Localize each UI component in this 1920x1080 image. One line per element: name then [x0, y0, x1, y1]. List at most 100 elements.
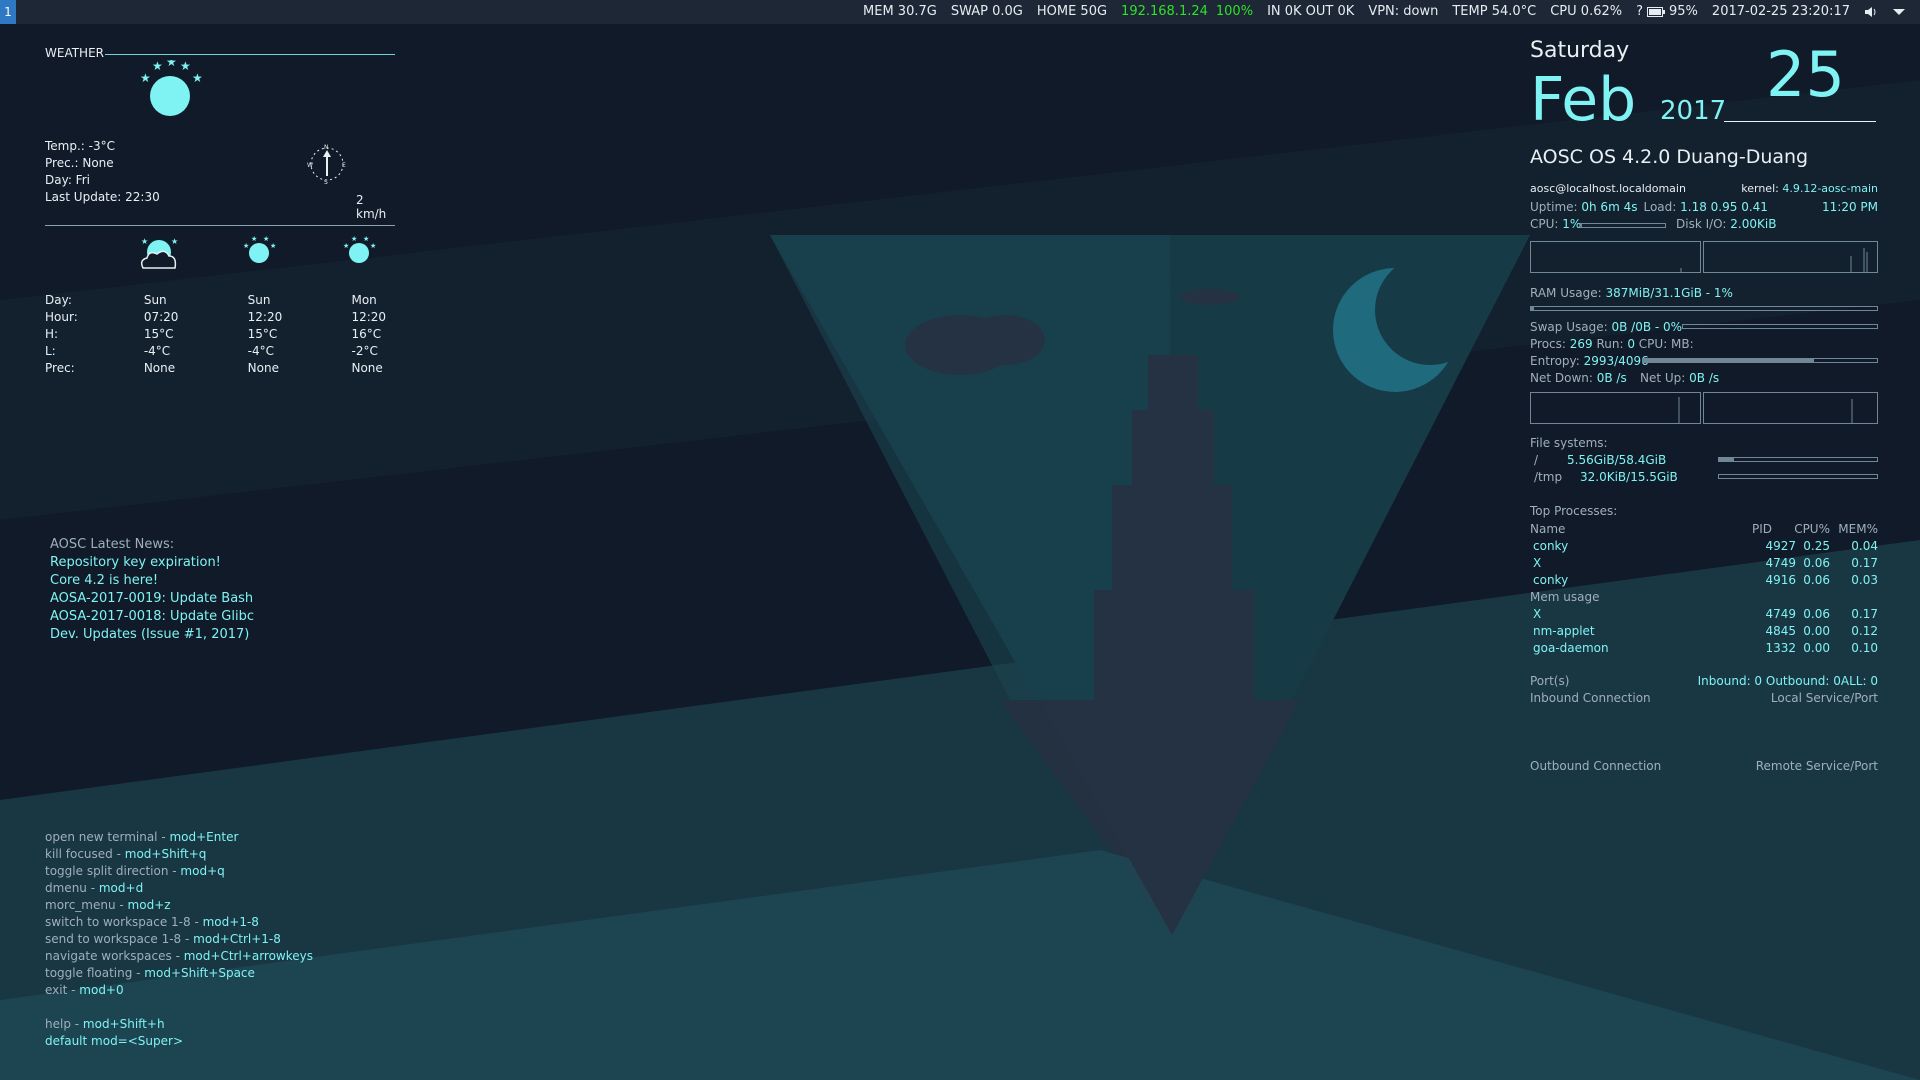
- forecast-table: Day: Sun Sun Mon Hour: 07:20 12:20 12:20…: [45, 292, 395, 377]
- news-item[interactable]: Repository key expiration!: [50, 554, 370, 572]
- netdown-label: Net Down:: [1530, 371, 1597, 385]
- workspace-button[interactable]: 1: [0, 0, 16, 24]
- compass-s: S: [324, 179, 328, 184]
- weather-title-divider: [105, 54, 395, 55]
- mem-status: MEM 30.7G: [863, 4, 937, 19]
- proc-name: conky: [1533, 573, 1569, 587]
- netdown-graph: [1530, 392, 1701, 424]
- clock-weekday: Saturday: [1530, 38, 1630, 63]
- battery-status[interactable]: ? 95%: [1636, 0, 1698, 24]
- swap-value: 0B /0B - 0%: [1611, 320, 1683, 334]
- moon-stars-icon: ★ ★ ★ ★: [243, 236, 276, 263]
- ip-status: 192.168.1.24: [1121, 4, 1208, 19]
- fs-mount: /: [1534, 453, 1539, 467]
- news-item[interactable]: Core 4.2 is here!: [50, 572, 370, 590]
- compass-n: N: [324, 144, 329, 151]
- forecast-cell: 15°C: [143, 327, 174, 341]
- wifi-status: 100%: [1215, 4, 1254, 19]
- forecast-cell: Sun: [247, 293, 271, 307]
- top-status-bar: 1 MEM 30.7G SWAP 0.0G HOME 50G 192.168.1…: [0, 0, 1920, 24]
- kernel-value: 4.9.12-aosc-main: [1782, 182, 1878, 195]
- netup-line: Net Up: 0B /s: [1640, 371, 1719, 385]
- ram-progress: [1530, 306, 1878, 311]
- forecast-cell: -4°C: [143, 344, 171, 358]
- clock-divider: [1724, 121, 1876, 122]
- shortcuts-widget: open new terminal - mod+Enter kill focus…: [45, 829, 405, 1050]
- proc-name: X: [1533, 607, 1542, 621]
- chevron-down-icon[interactable]: [1892, 0, 1906, 24]
- svg-text:★: ★: [171, 237, 178, 246]
- forecast-cell: -4°C: [247, 344, 274, 358]
- shortcut-key: mod+Ctrl+arrowkeys: [183, 949, 314, 963]
- compass-e: E: [342, 162, 346, 169]
- ram-progress-fill: [1531, 307, 1535, 310]
- proc-pid: 4749: [1765, 607, 1796, 621]
- shortcut-label: toggle floating -: [45, 966, 145, 980]
- forecast-cell: 07:20: [143, 310, 179, 324]
- cpu-value: 1%: [1562, 217, 1582, 231]
- svg-text:★: ★: [140, 71, 151, 85]
- forecast-label: Hour:: [45, 310, 78, 324]
- proc-cpu: 0.25: [1803, 539, 1830, 553]
- fs-usage: 32.0KiB/15.5GiB: [1580, 470, 1678, 484]
- disk-value: 2.00KiB: [1730, 217, 1777, 231]
- proc-pid: 4749: [1765, 556, 1796, 570]
- clock-widget: Saturday Feb 2017 25: [1530, 36, 1878, 135]
- entropy-value: 2993/4096: [1583, 354, 1649, 368]
- top-header-row: Name PID CPU% MEM%: [1530, 521, 1878, 538]
- cpu-graph: [1530, 241, 1701, 273]
- forecast-cell: -2°C: [351, 344, 378, 358]
- disk-line: Disk I/O: 2.00KiB: [1676, 217, 1776, 231]
- news-item[interactable]: Dev. Updates (Issue #1, 2017): [50, 626, 370, 644]
- mem-title: Mem usage: [1530, 589, 1878, 606]
- svg-text:★: ★: [166, 60, 177, 69]
- shortcut-label: send to workspace 1-8 -: [45, 932, 194, 946]
- weather-title: WEATHER: [45, 46, 104, 60]
- wind-compass-icon: N S E W: [307, 144, 346, 184]
- svg-text:★: ★: [152, 60, 163, 73]
- ram-label: RAM Usage:: [1530, 286, 1606, 300]
- netdown-line: Net Down: 0B /s: [1530, 371, 1627, 385]
- os-name: AOSC OS 4.2.0 Duang-Duang: [1530, 146, 1809, 168]
- shortcut-row: switch to workspace 1-8 - mod+1-8: [45, 914, 405, 931]
- news-item[interactable]: AOSA-2017-0019: Update Bash: [50, 590, 370, 608]
- proc-mem: 0.12: [1851, 624, 1878, 638]
- procs-line: Procs: 269 Run: 0 CPU: MB:: [1530, 337, 1694, 351]
- speaker-icon[interactable]: [1864, 0, 1878, 24]
- entropy-progress-fill: [1643, 359, 1814, 362]
- swap-progress: [1682, 324, 1878, 329]
- kernel-label: kernel:: [1741, 182, 1783, 195]
- forecast-cell: 12:20: [247, 310, 283, 324]
- proc-cpu: 0.06: [1803, 607, 1830, 621]
- ports-label: Port(s): [1530, 674, 1570, 688]
- forecast-label: H:: [45, 327, 59, 341]
- home-status: HOME 50G: [1036, 4, 1108, 19]
- entropy-progress: [1642, 358, 1878, 363]
- shortcut-row: toggle floating - mod+Shift+Space: [45, 965, 405, 982]
- svg-text:★: ★: [192, 71, 203, 85]
- news-item[interactable]: AOSA-2017-0018: Update Glibc: [50, 608, 370, 626]
- default-mod: default mod=<Super>: [45, 1034, 184, 1048]
- svg-text:★: ★: [141, 237, 148, 246]
- shortcut-key: mod+1-8: [202, 915, 259, 929]
- cpu-progress-fill: [1581, 224, 1582, 227]
- proc-pid: 4845: [1765, 624, 1796, 638]
- fs-row: /tmp 32.0KiB/15.5GiB: [1534, 470, 1678, 484]
- proc-pid: 1332: [1765, 641, 1796, 655]
- shortcut-label: exit -: [45, 983, 80, 997]
- shortcut-key: mod+Enter: [169, 830, 239, 844]
- shortcut-key: mod+Shift+q: [124, 847, 207, 861]
- moon-stars-icon: ★ ★ ★ ★ ★: [140, 60, 203, 116]
- kernel-info: kernel: 4.9.12-aosc-main: [1741, 182, 1878, 195]
- table-row: nm-applet 4845 0.00 0.12: [1530, 623, 1878, 640]
- shortcut-key: mod+Shift+h: [82, 1017, 165, 1031]
- fs-mount: /tmp: [1534, 470, 1563, 484]
- shortcut-row: dmenu - mod+d: [45, 880, 405, 897]
- table-row: goa-daemon 1332 0.00 0.10: [1530, 640, 1878, 657]
- clock-month: Feb: [1530, 65, 1637, 135]
- datetime-status: 2017-02-25 23:20:17: [1711, 4, 1850, 19]
- shortcut-key: mod+z: [127, 898, 171, 912]
- vpn-status: VPN: down: [1368, 4, 1439, 19]
- cpu-label: CPU:: [1530, 217, 1563, 231]
- entropy-label: Entropy:: [1530, 354, 1584, 368]
